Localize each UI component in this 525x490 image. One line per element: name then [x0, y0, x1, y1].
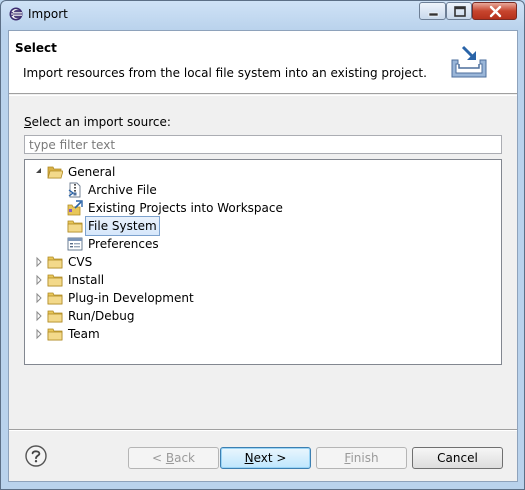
collapse-triangle-icon[interactable] [34, 163, 44, 181]
finish-button[interactable]: Finish [316, 447, 407, 469]
source-label-mnemonic: S [24, 115, 32, 129]
folder-icon [67, 220, 83, 233]
tree-item-label: Install [68, 273, 105, 287]
wizard-header: Select Import resources from the local f… [9, 31, 517, 94]
tree-item-cvs[interactable]: CVS [25, 253, 501, 271]
import-source-label: Select an import source: [24, 115, 171, 129]
tree-item-existing-projects[interactable]: Existing Projects into Workspace [25, 199, 501, 217]
eclipse-icon [9, 7, 23, 21]
tree-item-label: Existing Projects into Workspace [88, 201, 283, 215]
preferences-icon [67, 237, 83, 251]
tree-item-run-debug[interactable]: Run/Debug [25, 307, 501, 325]
dialog-client-area: Select Import resources from the local f… [8, 30, 518, 482]
maximize-button[interactable] [446, 2, 472, 20]
close-icon [489, 5, 502, 18]
filter-input[interactable] [24, 135, 502, 154]
expand-triangle-icon[interactable] [34, 289, 44, 307]
tree-item-team[interactable]: Team [25, 325, 501, 343]
next-mnemonic: N [244, 451, 254, 465]
tree-item-label: Archive File [88, 183, 157, 197]
tree-item-install[interactable]: Install [25, 271, 501, 289]
tree-item-file-system[interactable]: File System [25, 216, 501, 236]
folder-icon [47, 274, 63, 287]
tree-item-archive-file[interactable]: Archive File [25, 181, 501, 199]
header-divider [9, 95, 517, 96]
maximize-icon [454, 6, 466, 17]
tree-item-label: Plug-in Development [68, 291, 194, 305]
tree-item-label: CVS [68, 255, 93, 269]
tree-item-label: Team [68, 327, 100, 341]
expand-triangle-icon[interactable] [34, 253, 44, 271]
minimize-button[interactable] [419, 2, 446, 20]
existing-projects-icon [67, 200, 83, 216]
finish-label: inish [350, 451, 379, 465]
archive-file-icon [68, 182, 81, 198]
tree-item-label: Run/Debug [68, 309, 135, 323]
folder-icon [47, 328, 63, 341]
tree-item-label: File System [85, 216, 160, 236]
next-button[interactable]: Next > [220, 447, 311, 469]
title-bar[interactable]: Import [1, 1, 524, 29]
expand-triangle-icon[interactable] [34, 307, 44, 325]
tree-item-label: General [68, 165, 116, 179]
help-icon[interactable] [25, 445, 47, 467]
tree-item-label: Preferences [88, 237, 159, 251]
back-mnemonic: B [165, 451, 175, 465]
folder-icon [47, 310, 63, 323]
minimize-icon [428, 12, 439, 17]
wizard-page-title: Select [15, 41, 57, 55]
source-label-text: elect an import source: [31, 115, 171, 129]
expand-triangle-icon[interactable] [34, 325, 44, 343]
close-window-button[interactable] [472, 2, 517, 20]
import-dialog-window: Import Select Import resources from the … [0, 0, 525, 490]
import-wizard-icon [451, 45, 487, 78]
wizard-page-description: Import resources from the local file sys… [23, 66, 427, 80]
folder-open-icon [47, 166, 63, 179]
back-label: ack [174, 451, 195, 465]
next-label: ext > [253, 451, 287, 465]
back-prefix: < [151, 451, 166, 465]
import-source-tree[interactable]: General Archive File Existing Projects i… [24, 159, 502, 365]
window-title: Import [28, 7, 68, 21]
tree-item-general[interactable]: General [25, 163, 501, 181]
expand-triangle-icon[interactable] [34, 271, 44, 289]
cancel-button[interactable]: Cancel [412, 447, 503, 469]
back-button[interactable]: < Back [128, 447, 219, 469]
tree-item-plug-in-development[interactable]: Plug-in Development [25, 289, 501, 307]
folder-icon [47, 292, 63, 305]
footer-divider-highlight [9, 430, 517, 431]
folder-icon [47, 256, 63, 269]
tree-item-preferences[interactable]: Preferences [25, 235, 501, 253]
